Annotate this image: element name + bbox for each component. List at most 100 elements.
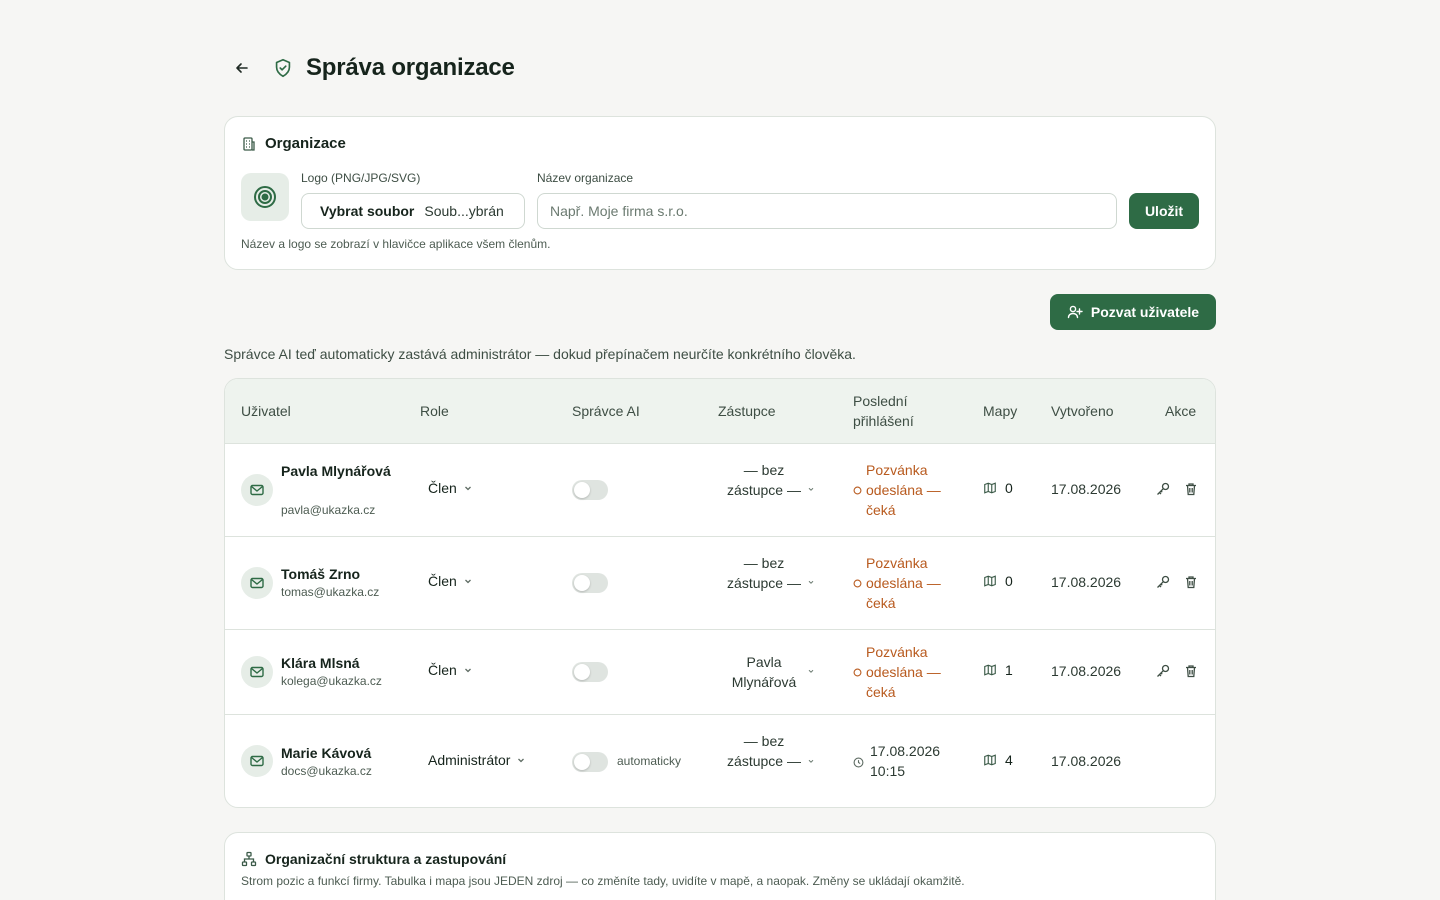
chevron-down-icon [463, 483, 473, 493]
chevron-down-icon [807, 578, 815, 586]
key-icon[interactable] [1155, 481, 1171, 497]
user-name: Tomáš Zrno [281, 566, 361, 582]
clock-icon [853, 486, 862, 495]
th-last-login-line1: Poslední [853, 393, 908, 409]
clock-icon [853, 579, 862, 588]
maps-value: 4 [1005, 752, 1013, 768]
map-icon [983, 753, 997, 767]
role-select[interactable]: Člen [428, 480, 473, 496]
invite-user-button[interactable]: Pozvat uživatele [1050, 294, 1216, 330]
logo-preview [241, 173, 289, 221]
role-value: Administrátor [428, 752, 511, 768]
created-date: 17.08.2026 [1051, 663, 1122, 679]
invite-status: Pozvánka odeslána — čeká [866, 462, 941, 518]
ai-admin-toggle[interactable] [572, 662, 608, 682]
table-row: Klára Mlsná kolega@ukazka.cz Člen Pavla … [225, 630, 1215, 715]
ai-admin-info: Správce AI teď automaticky zastává admin… [224, 346, 856, 362]
th-deputy: Zástupce [718, 403, 776, 419]
hierarchy-icon [241, 851, 257, 867]
table-row: Marie Kávová docs@ukazka.cz Administráto… [225, 715, 1215, 807]
table-row: Tomáš Zrno tomas@ukazka.cz Člen — bez zá… [225, 537, 1215, 630]
trash-icon[interactable] [1183, 481, 1199, 497]
key-icon[interactable] [1155, 574, 1171, 590]
deputy-select[interactable]: — bez zástupce — [725, 731, 803, 771]
logo-file-input[interactable]: Vybrat soubor Soub...ybrán [301, 193, 525, 229]
ai-admin-toggle[interactable] [572, 752, 608, 772]
organization-section-title: Organizace [241, 135, 346, 152]
invite-status: Pozvánka odeslána — čeká [866, 555, 941, 611]
th-actions: Akce [1165, 403, 1197, 419]
th-role: Role [420, 403, 449, 419]
role-value: Člen [428, 573, 457, 589]
maps-count: 0 [983, 573, 1013, 589]
role-value: Člen [428, 662, 457, 678]
th-created: Vytvořeno [1051, 403, 1114, 419]
deputy-select[interactable]: — bez zástupce — [725, 553, 803, 593]
user-email: tomas@ukazka.cz [281, 585, 380, 599]
chevron-down-icon [807, 757, 815, 765]
role-select[interactable]: Člen [428, 662, 473, 678]
organization-hint: Název a logo se zobrazí v hlavičce aplik… [241, 237, 551, 251]
org-name-input[interactable] [537, 193, 1117, 229]
th-user: Uživatel [241, 403, 291, 419]
mail-icon [241, 567, 273, 599]
shield-check-icon [272, 57, 294, 79]
maps-count: 4 [983, 752, 1013, 768]
user-name: Klára Mlsná [281, 655, 360, 671]
chevron-down-icon [807, 485, 815, 493]
maps-count: 1 [983, 662, 1013, 678]
chevron-down-icon [807, 667, 815, 675]
invite-status: Pozvánka odeslána — čeká [866, 644, 941, 700]
created-date: 17.08.2026 [1051, 753, 1122, 769]
user-plus-icon [1067, 304, 1083, 320]
organization-title-text: Organizace [265, 135, 346, 152]
invite-label: Pozvat uživatele [1090, 304, 1200, 320]
user-email: pavla@ukazka.cz [281, 503, 376, 517]
save-button[interactable]: Uložit [1129, 193, 1199, 229]
users-table: Uživatel Role Správce AI Zástupce Posled… [224, 378, 1216, 808]
maps-count: 0 [983, 480, 1013, 496]
mail-icon [241, 474, 273, 506]
role-value: Člen [428, 480, 457, 496]
role-select[interactable]: Člen [428, 573, 473, 589]
ai-admin-toggle[interactable] [572, 480, 608, 500]
last-login: 17.08.2026 10:15 [870, 743, 941, 779]
trash-icon[interactable] [1183, 574, 1199, 590]
org-structure-card: Organizační struktura a zastupování Stro… [224, 832, 1216, 900]
org-structure-subtitle: Strom pozic a funkcí firmy. Tabulka i ma… [241, 874, 965, 888]
org-name-label: Název organizace [537, 171, 634, 185]
page-title: Správa organizace [306, 54, 515, 81]
logo-label: Logo (PNG/JPG/SVG) [301, 171, 421, 185]
deputy-select[interactable]: — bez zástupce — [725, 460, 803, 500]
map-icon [983, 663, 997, 677]
role-select[interactable]: Administrátor [428, 752, 526, 768]
th-maps: Mapy [983, 403, 1018, 419]
user-email: docs@ukazka.cz [281, 764, 372, 778]
chevron-down-icon [516, 755, 526, 765]
user-name: Marie Kávová [281, 745, 372, 761]
created-date: 17.08.2026 [1051, 574, 1122, 590]
mail-icon [241, 656, 273, 688]
auto-label: automaticky [617, 754, 682, 768]
deputy-select[interactable]: Pavla Mlynářová [725, 652, 803, 692]
th-last-login-line2: přihlášení [853, 413, 914, 429]
building-icon [241, 136, 257, 152]
trash-icon[interactable] [1183, 663, 1199, 679]
org-structure-title: Organizační struktura a zastupování [241, 851, 506, 867]
mail-icon [241, 745, 273, 777]
map-icon [983, 481, 997, 495]
organization-card: Organizace Logo (PNG/JPG/SVG) Vybrat sou… [224, 116, 1216, 270]
user-email: kolega@ukazka.cz [281, 674, 382, 688]
map-icon [983, 574, 997, 588]
file-choose-button[interactable]: Vybrat soubor [320, 203, 414, 219]
table-header: Uživatel Role Správce AI Zástupce Posled… [225, 379, 1215, 444]
target-icon [254, 186, 276, 208]
ai-admin-toggle[interactable] [572, 573, 608, 593]
th-last-login: Poslední přihlášení [853, 391, 914, 431]
clock-icon [853, 668, 862, 677]
back-arrow-icon[interactable] [228, 54, 256, 82]
clock-icon [853, 757, 864, 768]
maps-value: 1 [1005, 662, 1013, 678]
table-row: Pavla Mlynářová pavla@ukazka.cz Člen — b… [225, 444, 1215, 537]
key-icon[interactable] [1155, 663, 1171, 679]
